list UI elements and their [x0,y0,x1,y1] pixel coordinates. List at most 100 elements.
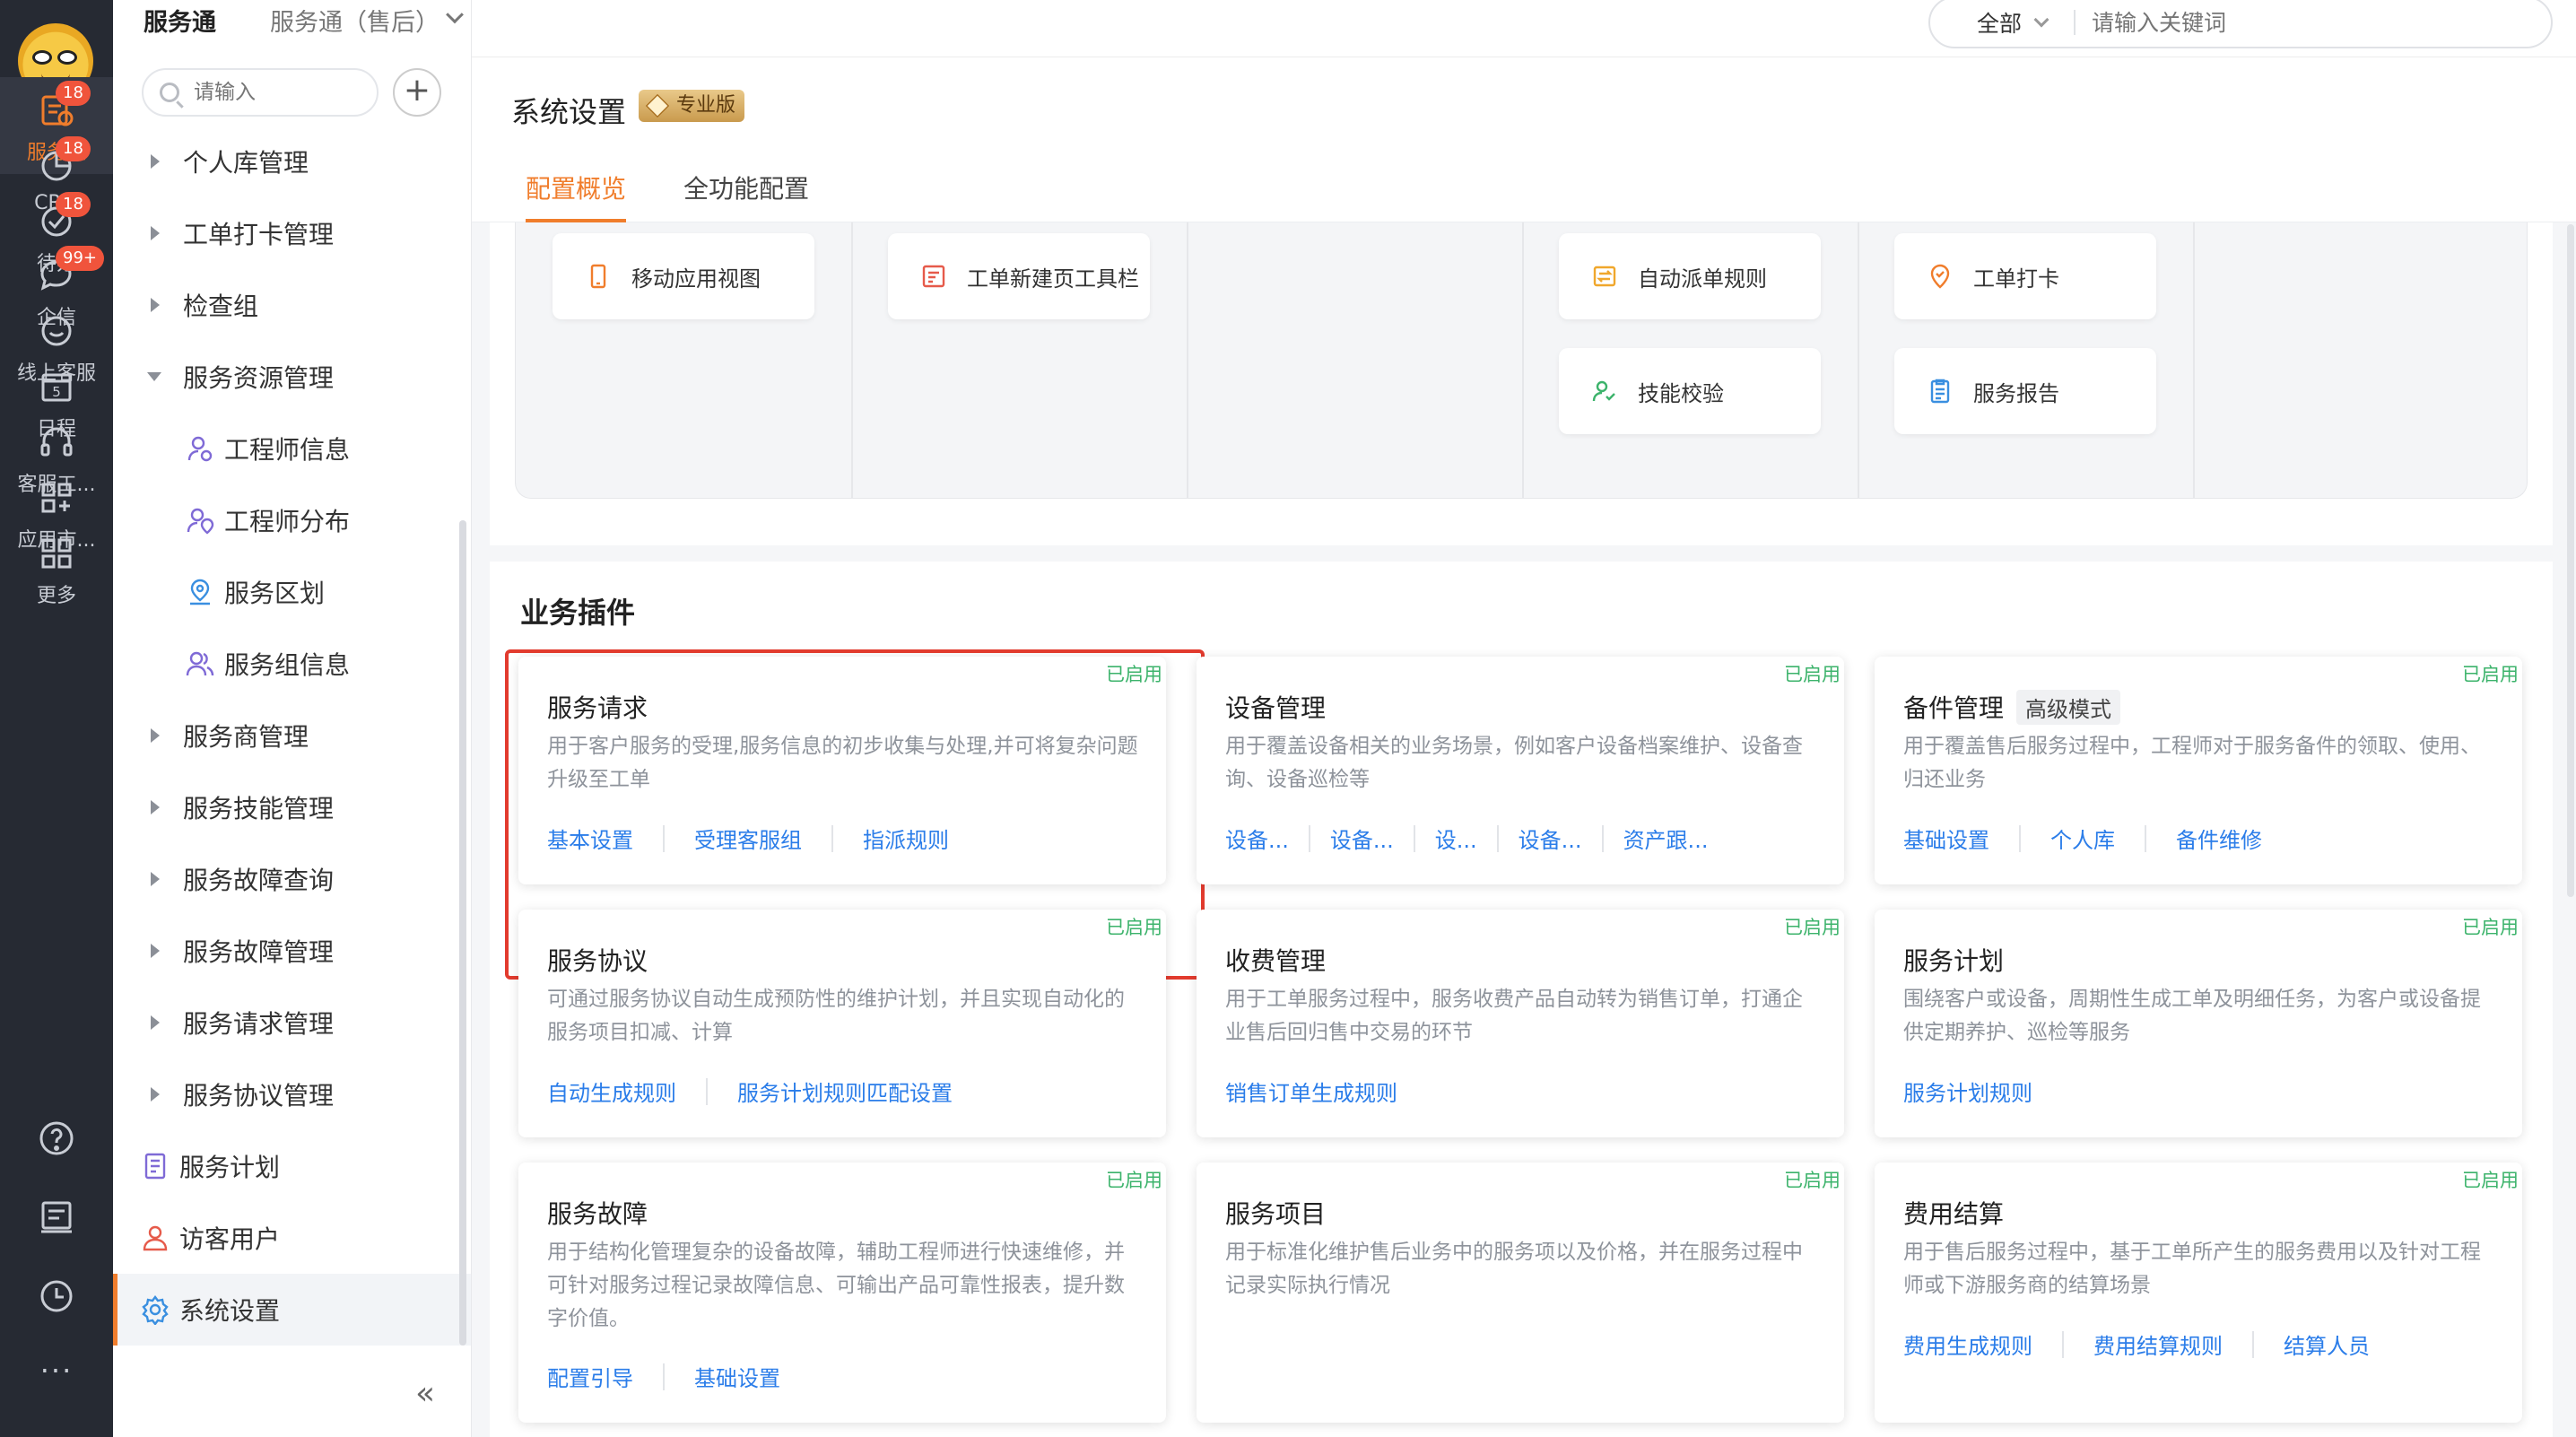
sidebar-item-service-group[interactable]: 服务组信息 [113,628,471,700]
sidebar-item-skills[interactable]: 服务技能管理 [113,771,471,843]
card-description: 围绕客户或设备，周期性生成工单及明细任务，为客户或设备提供定期养护、巡检等服务 [1903,988,2481,1044]
link-expense-generation-rules[interactable]: 费用生成规则 [1903,1328,2032,1360]
sidebar-item-provider[interactable]: 服务商管理 [113,700,471,771]
more-dots-icon[interactable]: ··· [34,1353,79,1398]
sidebar-item-agreement-management[interactable]: 服务协议管理 [113,1058,471,1130]
flow-chip-checkin[interactable]: 工单打卡 [1894,233,2156,319]
toolbar-icon [922,265,945,288]
sidebar-item-service-resources[interactable]: 服务资源管理 [113,341,471,413]
plugin-card-charge-management[interactable]: 已启用 收费管理 用于工单服务过程中，服务收费产品自动转为销售订单，打通企业售后… [1197,910,1844,1137]
link-expense-settlement-rules[interactable]: 费用结算规则 [2093,1328,2223,1360]
chevron-down-icon[interactable] [2033,12,2049,28]
plugin-card-service-fault[interactable]: 已启用 服务故障 用于结构化管理复杂的设备故障，辅助工程师进行快速维修，并可针对… [518,1163,1166,1423]
link-device-1[interactable]: 设备... [1225,823,1289,854]
link-auto-generate-rules[interactable]: 自动生成规则 [547,1076,676,1107]
card-links: 费用生成规则 费用结算规则 结算人员 [1903,1328,2370,1360]
clock-icon[interactable] [34,1274,79,1319]
status-badge: 已启用 [1106,917,1162,938]
link-device-2[interactable]: 设备... [1330,823,1394,854]
add-button[interactable]: + [393,68,441,117]
flow-chip-mobile-view[interactable]: 移动应用视图 [553,233,814,319]
plugin-card-spare-parts[interactable]: 已启用 备件管理 高级模式 用于覆盖售后服务过程中，工程师对于服务备件的领取、使用… [1875,657,2522,884]
collapse-sidebar-icon[interactable]: « [407,1378,443,1410]
sidebar-item-fault-management[interactable]: 服务故障管理 [113,915,471,987]
card-title: 设备管理 [1225,693,1327,723]
sidebar-item-service-plan[interactable]: 服务计划 [113,1130,471,1202]
link-device-3[interactable]: 设... [1435,823,1477,854]
sidebar-item-engineer-distribution[interactable]: 工程师分布 [113,484,471,556]
flow-chip-dispatch-rule[interactable]: 自动派单规则 [1559,233,1821,319]
diamond-icon [645,93,670,118]
plugin-card-service-item[interactable]: 已启用 服务项目 用于标准化维护售后业务中的服务项以及价格，并在服务过程中记录实… [1197,1163,1844,1423]
sidebar-item-label: 服务组信息 [224,650,351,680]
link-assignment-rules[interactable]: 指派规则 [863,823,949,854]
link-device-4[interactable]: 设备... [1519,823,1582,854]
caret-right-icon[interactable] [151,944,160,958]
link-plan-rule-matching[interactable]: 服务计划规则匹配设置 [737,1076,953,1107]
link-reception-group[interactable]: 受理客服组 [694,823,802,854]
caret-right-icon[interactable] [151,1015,160,1030]
status-badge: 已启用 [1784,917,1841,938]
section-title: 业务插件 [520,596,636,630]
link-basic-settings[interactable]: 基础设置 [694,1361,780,1392]
sidebar-item-fault-query[interactable]: 服务故障查询 [113,843,471,915]
card-description: 用于覆盖售后服务过程中，工程师对于服务备件的领取、使用、归还业务 [1903,735,2481,791]
tab-overview[interactable]: 配置概览 [526,156,627,222]
notice-board-icon[interactable] [34,1195,79,1240]
rail-item-more[interactable]: 更多 [0,520,113,617]
plugin-card-service-agreement[interactable]: 已启用 服务协议 可通过服务协议自动生成预防性的维护计划，并且实现自动化的服务项… [518,910,1166,1137]
link-config-guide[interactable]: 配置引导 [547,1361,633,1392]
rail-badge: 18 [56,192,91,217]
plugin-card-expense-settlement[interactable]: 已启用 费用结算 用于售后服务过程中，基于工单所产生的服务费用以及针对工程师或下… [1875,1163,2522,1423]
card-description: 用于标准化维护售后业务中的服务项以及价格，并在服务过程中记录实际执行情况 [1225,1241,1803,1297]
sidebar-item-inspection-group[interactable]: 检查组 [113,269,471,341]
plugin-card-service-request[interactable]: 已启用 服务请求 用于客户服务的受理,服务信息的初步收集与处理,并可将复杂问题升… [505,649,1205,980]
card-links: 基本设置 受理客服组 指派规则 [547,823,949,854]
link-sales-order-rules[interactable]: 销售订单生成规则 [1225,1076,1397,1107]
sidebar-search[interactable] [142,68,379,117]
content-scrollbar[interactable] [2567,224,2574,897]
caret-right-icon[interactable] [151,298,160,312]
sidebar-header[interactable]: 服务通 服务通（售后） [144,0,464,39]
link-basic-settings[interactable]: 基本设置 [547,823,633,854]
caret-right-icon[interactable] [151,154,160,169]
caret-right-icon[interactable] [151,872,160,886]
caret-down-icon[interactable] [147,372,161,381]
global-search-input[interactable] [2090,8,2485,37]
group-icon [186,651,214,676]
caret-right-icon[interactable] [151,800,160,814]
plugin-card-service-plan[interactable]: 已启用 服务计划 围绕客户或设备，周期性生成工单及明细任务，为客户或设备提供定期… [1875,910,2522,1137]
sidebar-item-visitor-user[interactable]: 访客用户 [113,1202,471,1274]
flow-chip-toolbar[interactable]: 工单新建页工具栏 [888,233,1150,319]
flow-chip-skill-check[interactable]: 技能校验 [1559,348,1821,434]
caret-right-icon[interactable] [151,728,160,743]
sidebar-item-engineer-info[interactable]: 工程师信息 [113,413,471,484]
link-personal-library[interactable]: 个人库 [2050,823,2115,854]
link-spare-repair[interactable]: 备件维修 [2176,823,2262,854]
link-settlement-staff[interactable]: 结算人员 [2284,1328,2370,1360]
sidebar-item-checkin[interactable]: 工单打卡管理 [113,197,471,269]
sidebar-item-personal-library[interactable]: 个人库管理 [113,126,471,197]
link-asset-tracking[interactable]: 资产跟... [1623,823,1709,854]
chevron-down-icon[interactable] [446,5,464,24]
link-service-plan-rules[interactable]: 服务计划规则 [1903,1076,2032,1107]
caret-right-icon[interactable] [151,1087,160,1102]
sidebar-item-label: 工单打卡管理 [183,220,335,249]
app-switcher[interactable]: 服务通（售后） [270,3,439,38]
plugin-card-device-management[interactable]: 已启用 设备管理 用于覆盖设备相关的业务场景，例如客户设备档案维护、设备查询、设… [1197,657,1844,884]
tab-full-config[interactable]: 全功能配置 [683,156,809,222]
link-basic-settings[interactable]: 基础设置 [1903,823,1989,854]
sidebar-item-label: 系统设置 [179,1296,281,1326]
global-search[interactable]: 全部 [1928,0,2553,48]
flow-chip-service-report[interactable]: 服务报告 [1894,348,2156,434]
sidebar-item-request-management[interactable]: 服务请求管理 [113,987,471,1058]
sidebar-item-service-area[interactable]: 服务区划 [113,556,471,628]
search-scope-select[interactable]: 全部 [1977,6,2022,39]
help-icon[interactable] [34,1116,79,1161]
sidebar-item-system-settings[interactable]: 系统设置 [113,1274,471,1346]
chip-label: 移动应用视图 [631,266,761,292]
sidebar-scrollbar[interactable] [459,520,466,1346]
sidebar-search-input[interactable] [192,80,344,105]
caret-right-icon[interactable] [151,226,160,240]
card-description: 用于工单服务过程中，服务收费产品自动转为销售订单，打通企业售后回归售中交易的环节 [1225,988,1803,1044]
